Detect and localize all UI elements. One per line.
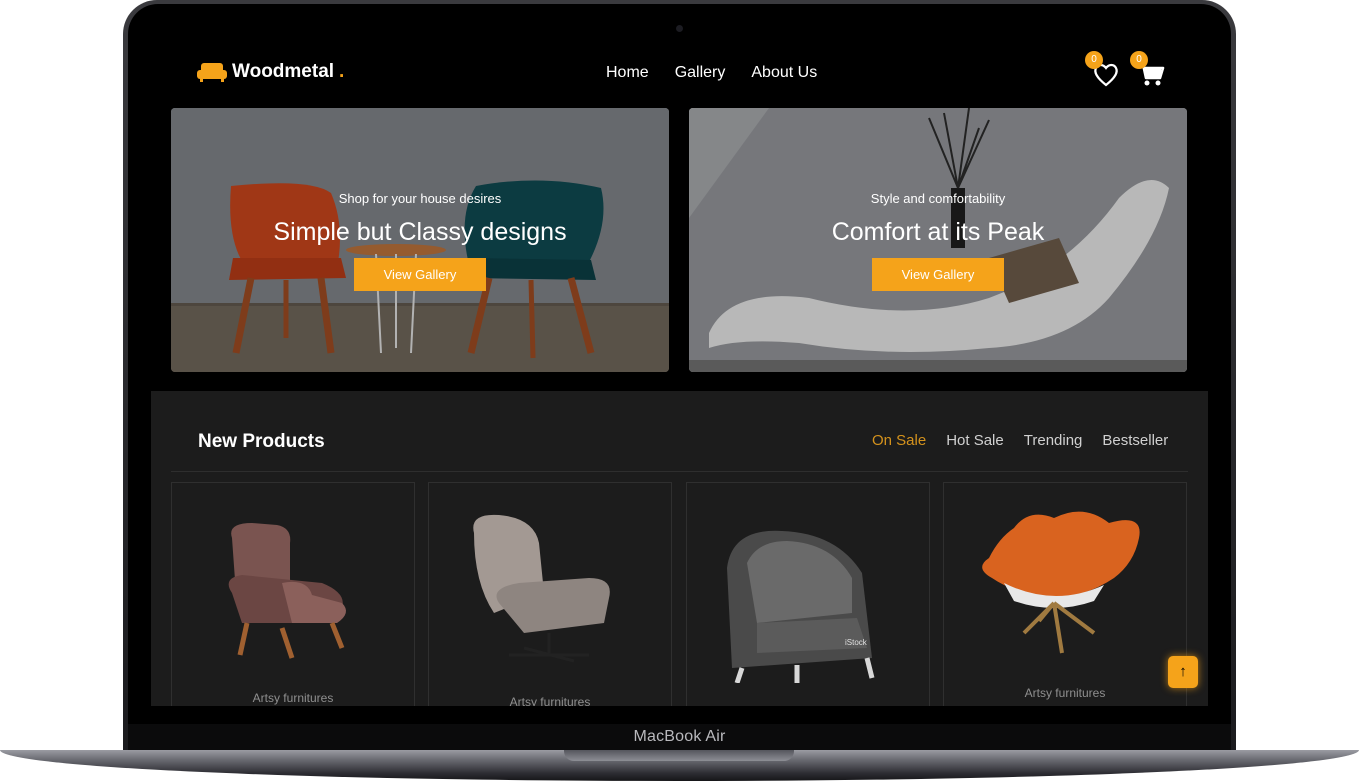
hero-banner-left: Shop for your house desires Simple but C… <box>171 108 669 372</box>
hero-left-view-gallery-button[interactable]: View Gallery <box>354 258 486 291</box>
brand-logo[interactable]: Woodmetal. <box>197 61 344 83</box>
cart-count-badge: 0 <box>1130 51 1148 69</box>
laptop-opening-notch <box>564 750 794 761</box>
product-caption: Artsy furnitures <box>252 691 334 705</box>
section-title: New Products <box>198 431 325 452</box>
product-image-wingback-chair <box>228 523 346 659</box>
product-caption: Artsy furnitures <box>509 695 591 706</box>
hero-right-subtitle: Style and comfortability <box>870 191 1006 206</box>
sofa-icon <box>197 61 227 83</box>
product-tabs: On Sale Hot Sale Trending Bestseller <box>872 432 1168 449</box>
brand-dot: . <box>339 61 345 82</box>
tab-hot-sale[interactable]: Hot Sale <box>946 432 1004 449</box>
hero-left-subtitle: Shop for your house desires <box>338 191 502 206</box>
product-image-lounge-chair <box>982 511 1140 654</box>
wishlist-count-badge: 0 <box>1085 51 1103 69</box>
product-card[interactable]: Artsy furnitures <box>428 482 672 706</box>
image-watermark: iStock <box>845 638 867 647</box>
product-caption: Artsy furnitures <box>1024 686 1106 700</box>
tab-bestseller[interactable]: Bestseller <box>1102 432 1168 449</box>
hero-banner-right: Style and comfortability Comfort at its … <box>689 108 1187 372</box>
main-nav: Home Gallery About Us <box>606 64 817 82</box>
brand-name: Woodmetal <box>232 61 335 82</box>
wishlist-button[interactable]: 0 <box>1085 51 1121 91</box>
nav-gallery[interactable]: Gallery <box>675 64 726 82</box>
product-card[interactable]: iStock <box>686 482 930 706</box>
product-image-swivel-chair <box>473 514 610 663</box>
tab-trending[interactable]: Trending <box>1024 432 1083 449</box>
cart-button[interactable]: 0 <box>1130 51 1166 91</box>
new-products-section: New Products On Sale Hot Sale Trending B… <box>151 391 1208 706</box>
tab-on-sale[interactable]: On Sale <box>872 432 926 449</box>
hero-right-view-gallery-button[interactable]: View Gallery <box>872 258 1004 291</box>
hero-right-title: Comfort at its Peak <box>831 218 1045 246</box>
arrow-up-icon: ↑ <box>1179 663 1187 680</box>
product-card[interactable]: Artsy furnitures <box>171 482 415 706</box>
website-screen: Woodmetal. Home Gallery About Us 0 0 Sho… <box>151 38 1208 706</box>
product-card[interactable]: Artsy furnitures <box>943 482 1187 706</box>
device-model-label: MacBook Air <box>633 728 726 745</box>
hero-left-title: Simple but Classy designs <box>273 218 567 246</box>
header-icons: 0 0 <box>1085 51 1166 91</box>
product-image-tub-chair <box>727 530 875 683</box>
nav-home[interactable]: Home <box>606 64 649 82</box>
laptop-mockup: Woodmetal. Home Gallery About Us 0 0 Sho… <box>0 0 1359 781</box>
scroll-to-top-button[interactable]: ↑ <box>1168 656 1198 688</box>
site-header: Woodmetal. Home Gallery About Us 0 0 <box>151 38 1208 108</box>
section-divider <box>171 471 1188 472</box>
camera-icon <box>676 25 683 32</box>
nav-about-us[interactable]: About Us <box>751 64 817 82</box>
